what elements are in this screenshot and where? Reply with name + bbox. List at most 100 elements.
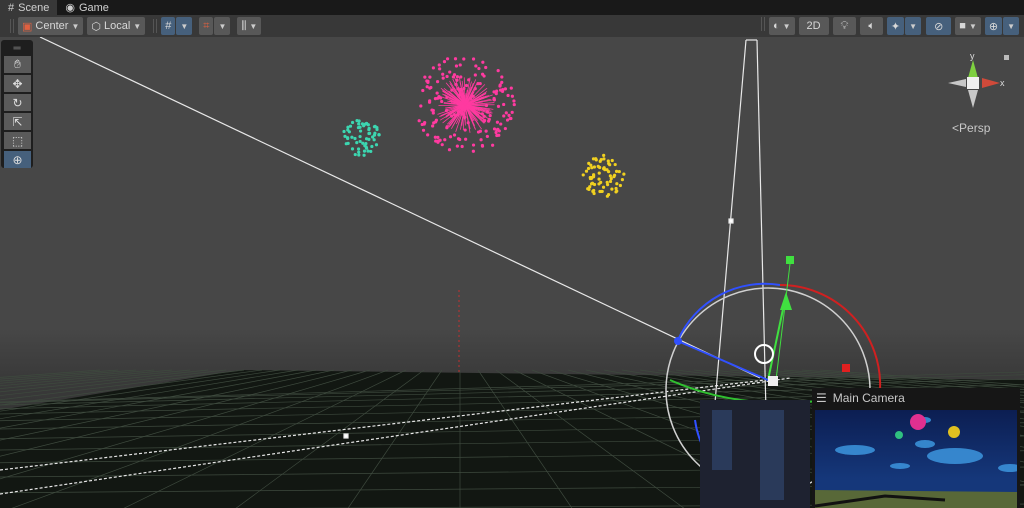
firework-particle [452, 133, 457, 137]
scene-visibility-toggle[interactable]: ⊘ [926, 17, 952, 35]
firework-particle [592, 174, 596, 178]
transform-tool[interactable]: ⊕ [4, 151, 31, 168]
gizmos-toggle[interactable]: ⊕ [984, 17, 1003, 35]
firework-particle [471, 143, 476, 147]
firework-particle [592, 165, 597, 169]
grid-lines-icon: ⫼ [241, 19, 247, 32]
firework-particle [455, 144, 459, 148]
toolbar-grip[interactable] [760, 17, 765, 31]
firework-particle [614, 169, 619, 173]
hand-tool[interactable]: ✋︎ [4, 56, 31, 73]
firework-particle [484, 129, 488, 133]
firework-particle [367, 127, 371, 132]
firework-particle [507, 113, 511, 117]
gamepad-icon: ◉ [65, 2, 75, 14]
firework-particle [605, 183, 610, 187]
rect-icon: ⬚ [11, 133, 24, 148]
axis-neg-y-cone[interactable] [968, 90, 978, 108]
incremental-snap-dropdown[interactable]: ▼ [214, 17, 231, 35]
lighting-toggle[interactable]: 💡︎ [832, 17, 857, 35]
grid-snapping-button[interactable]: # [161, 17, 176, 35]
axis-neg-x-cone[interactable] [948, 79, 966, 87]
firework-particle [438, 67, 442, 71]
shading-sphere-icon: ◐ [772, 20, 780, 32]
firework-particle [500, 75, 504, 79]
firework-particle [459, 75, 463, 79]
firework-particle [445, 74, 449, 79]
gizmos-dropdown[interactable]: ▼ [1003, 17, 1019, 35]
camera-preview-title: Main Camera [832, 391, 905, 405]
effects-toggle[interactable]: ✦ [886, 17, 905, 35]
firework-particle [484, 103, 489, 108]
firework-particle [510, 110, 514, 114]
chevron-down-icon: ▼ [968, 21, 977, 31]
firework-particle [602, 167, 606, 171]
firework-particle [362, 153, 366, 157]
grid-snapping-dropdown[interactable]: ▼ [176, 17, 193, 35]
firework-particle [597, 171, 601, 175]
firework-particle [462, 57, 466, 61]
pivot-mode-dropdown[interactable]: ▣ Center ▼ [18, 17, 84, 35]
firework-particle [356, 147, 361, 151]
camera-preview-render [815, 414, 1017, 508]
camera-settings-dropdown[interactable]: ■ ▼ [955, 17, 981, 35]
audio-mute-icon: 🔈︎ [868, 19, 875, 32]
firework-particle [496, 104, 501, 109]
toolbar-grip[interactable] [10, 19, 14, 33]
firework-particle [495, 120, 500, 124]
center-cube[interactable] [967, 77, 979, 89]
firework-particle [509, 86, 513, 90]
firework-particle [466, 121, 470, 125]
rect-tool[interactable]: ⬚ [4, 132, 31, 149]
chevron-down-icon: ▼ [133, 21, 142, 31]
firework-particle [610, 158, 614, 163]
firework-particle [438, 96, 443, 100]
firework-particle [610, 187, 614, 191]
menu-icon[interactable]: ☰ [816, 391, 827, 405]
firework-particle [425, 79, 429, 83]
tab-game[interactable]: ◉ Game [57, 0, 117, 15]
draw-mode-dropdown[interactable]: ◐ ▼ [768, 17, 795, 35]
chevron-down-icon: ▼ [1007, 21, 1015, 31]
move-icon: ✥ [12, 76, 23, 91]
firework-particle [614, 190, 618, 194]
scale-tool[interactable]: ⇱ [4, 113, 31, 130]
rotate-icon: ↻ [12, 95, 23, 110]
rotate-tool[interactable]: ↻ [4, 94, 31, 111]
firework-particle [622, 172, 626, 176]
firework-particle [456, 137, 461, 141]
firework-particle [443, 138, 447, 142]
lock-icon[interactable] [1004, 55, 1009, 60]
tab-scene[interactable]: # Scene [0, 0, 58, 15]
projection-toggle[interactable]: <Persp [952, 121, 990, 135]
firework-particle [346, 128, 350, 132]
chevron-down-icon: ▼ [782, 21, 791, 31]
grid-visibility-dropdown[interactable]: ⫼ ▼ [237, 17, 262, 35]
firework-particle [373, 124, 377, 128]
axis-y-cone[interactable] [968, 60, 978, 78]
firework-particle [497, 133, 501, 137]
tool-palette: ═ ✋︎ ✥ ↻ ⇱ ⬚ ⊕ [1, 40, 33, 168]
move-tool[interactable]: ✥ [4, 75, 31, 92]
axis-x-cone[interactable] [982, 78, 1000, 88]
firework-particle [419, 104, 423, 108]
toolbar-grip[interactable] [153, 19, 158, 33]
firework-particle [600, 189, 604, 194]
firework-particle [609, 177, 613, 181]
firework-particle [588, 176, 593, 181]
firework-particle [455, 75, 459, 79]
pivot-rotation-dropdown[interactable]: ⬡ Local ▼ [87, 17, 146, 35]
firework-particle [620, 178, 624, 182]
firework-particle [445, 126, 449, 130]
firework-particle [428, 75, 432, 79]
firework-particle [372, 133, 377, 137]
audio-toggle[interactable]: 🔈︎ [860, 17, 883, 35]
firework-particle [367, 137, 371, 142]
effects-dropdown[interactable]: ▼ [905, 17, 922, 35]
axis-y-label: y [970, 51, 975, 61]
incremental-snap-button[interactable]: ⌗ [199, 17, 214, 35]
firework-particle [377, 133, 381, 137]
toggle-2d-button[interactable]: 2D [798, 17, 829, 35]
palette-handle[interactable]: ═ [3, 42, 31, 54]
transform-icon: ⊕ [12, 152, 23, 167]
